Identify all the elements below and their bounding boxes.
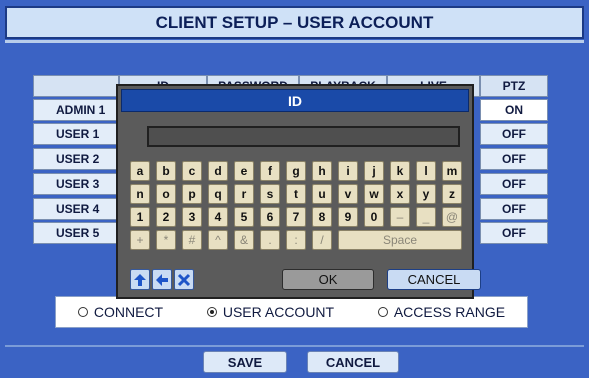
key-2-7[interactable]: 8 [312, 207, 332, 227]
key-0-9[interactable]: j [364, 161, 384, 181]
key-0-10[interactable]: k [390, 161, 410, 181]
key-1-2[interactable]: p [182, 184, 202, 204]
key-symbol-4[interactable]: & [234, 230, 254, 250]
key-1-10[interactable]: x [390, 184, 410, 204]
row-name-user-2[interactable]: USER 2 [33, 148, 119, 170]
key-0-5[interactable]: f [260, 161, 280, 181]
key-2-1[interactable]: 2 [156, 207, 176, 227]
key-2-10[interactable]: – [390, 207, 410, 227]
page-title: CLIENT SETUP – USER ACCOUNT [5, 6, 584, 39]
arrow-left-icon[interactable] [152, 269, 172, 290]
tab-user-account-label: USER ACCOUNT [222, 304, 335, 320]
key-0-2[interactable]: c [182, 161, 202, 181]
row-ptz-user-3[interactable]: OFF [480, 173, 548, 195]
key-symbol-6[interactable]: : [286, 230, 306, 250]
row-name-user-4[interactable]: USER 4 [33, 198, 119, 220]
key-symbol-7[interactable]: / [312, 230, 332, 250]
arrow-up-icon[interactable] [130, 269, 150, 290]
key-2-11[interactable]: _ [416, 207, 436, 227]
key-symbol-5[interactable]: . [260, 230, 280, 250]
key-2-8[interactable]: 9 [338, 207, 358, 227]
key-1-7[interactable]: u [312, 184, 332, 204]
key-1-12[interactable]: z [442, 184, 462, 204]
key-0-7[interactable]: h [312, 161, 332, 181]
key-1-4[interactable]: r [234, 184, 254, 204]
key-2-9[interactable]: 0 [364, 207, 384, 227]
key-2-5[interactable]: 6 [260, 207, 280, 227]
radio-user-account[interactable] [206, 307, 217, 317]
row-ptz-user-1[interactable]: OFF [480, 123, 548, 145]
row-ptz-user-2[interactable]: OFF [480, 148, 548, 170]
row-name-admin-1[interactable]: ADMIN 1 [33, 99, 119, 121]
row-ptz-user-4[interactable]: OFF [480, 198, 548, 220]
key-space[interactable]: Space [338, 230, 462, 250]
radio-connect[interactable] [77, 307, 88, 317]
tab-connect[interactable]: CONNECT [77, 304, 164, 320]
table-header-ptz: PTZ [480, 75, 548, 97]
key-1-9[interactable]: w [364, 184, 384, 204]
key-0-6[interactable]: g [286, 161, 306, 181]
key-0-11[interactable]: l [416, 161, 436, 181]
key-2-0[interactable]: 1 [130, 207, 150, 227]
key-symbol-0[interactable]: + [130, 230, 150, 250]
close-icon[interactable] [174, 269, 194, 290]
row-name-user-5[interactable]: USER 5 [33, 222, 119, 244]
key-2-12[interactable]: @ [442, 207, 462, 227]
key-symbol-1[interactable]: * [156, 230, 176, 250]
save-button[interactable]: SAVE [203, 351, 287, 373]
key-symbol-2[interactable]: # [182, 230, 202, 250]
page-title-text: CLIENT SETUP – USER ACCOUNT [155, 12, 434, 32]
id-input[interactable] [147, 126, 460, 147]
key-1-1[interactable]: o [156, 184, 176, 204]
cancel-button[interactable]: CANCEL [307, 351, 399, 373]
ok-button[interactable]: OK [282, 269, 374, 290]
key-0-8[interactable]: i [338, 161, 358, 181]
key-2-2[interactable]: 3 [182, 207, 202, 227]
keyboard-dialog: ID a b c d e f g h i j k l m n o p q r s t u v w x y z 1 2 3 4 5 6 7 8 9 0–… [116, 84, 481, 299]
table-header-blank [33, 75, 119, 97]
key-0-12[interactable]: m [442, 161, 462, 181]
key-1-5[interactable]: s [260, 184, 280, 204]
row-ptz-user-5[interactable]: OFF [480, 222, 548, 244]
row-name-user-1[interactable]: USER 1 [33, 123, 119, 145]
key-0-4[interactable]: e [234, 161, 254, 181]
row-name-user-3[interactable]: USER 3 [33, 173, 119, 195]
key-0-1[interactable]: b [156, 161, 176, 181]
tab-user-account[interactable]: USER ACCOUNT [206, 304, 335, 320]
tab-connect-label: CONNECT [93, 304, 164, 320]
tab-access-range[interactable]: ACCESS RANGE [377, 304, 506, 320]
key-1-8[interactable]: v [338, 184, 358, 204]
keyboard-cancel-button[interactable]: CANCEL [387, 269, 481, 290]
key-1-3[interactable]: q [208, 184, 228, 204]
key-1-0[interactable]: n [130, 184, 150, 204]
key-1-6[interactable]: t [286, 184, 306, 204]
keyboard-title: ID [121, 89, 469, 112]
row-ptz-admin-1[interactable]: ON [480, 99, 548, 121]
key-2-6[interactable]: 7 [286, 207, 306, 227]
radio-access-range[interactable] [377, 307, 388, 317]
footer-divider [5, 345, 584, 347]
key-0-0[interactable]: a [130, 161, 150, 181]
title-divider [5, 40, 584, 43]
setup-tab-bar: CONNECT USER ACCOUNT ACCESS RANGE [55, 296, 528, 328]
key-2-3[interactable]: 4 [208, 207, 228, 227]
key-2-4[interactable]: 5 [234, 207, 254, 227]
key-1-11[interactable]: y [416, 184, 436, 204]
tab-access-range-label: ACCESS RANGE [393, 304, 506, 320]
key-symbol-3[interactable]: ^ [208, 230, 228, 250]
key-0-3[interactable]: d [208, 161, 228, 181]
